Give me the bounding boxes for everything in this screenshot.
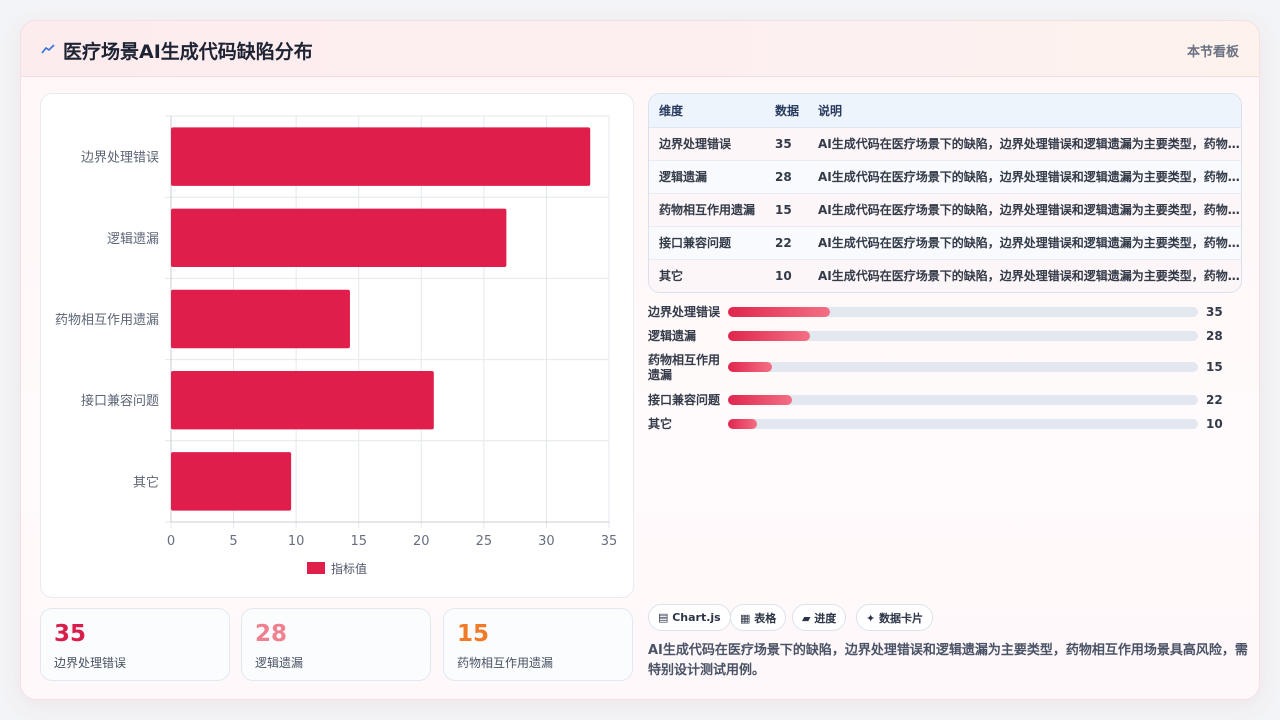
y-tick-label: 药物相互作用遗漏	[55, 312, 159, 328]
table-cell: 22	[765, 226, 808, 260]
stat-value: 15	[457, 621, 490, 647]
stat-card-3: 15 药物相互作用遗漏	[443, 608, 633, 681]
table-cell: AI生成代码在医疗场景下的缺陷，边界处理错误和逻辑遗漏为主要类型，药物相互作用场…	[808, 226, 1241, 260]
tag-progress[interactable]: ▰ 进度	[792, 604, 847, 631]
column-header-description: 说明	[808, 94, 1241, 128]
tag-chartjs[interactable]: ▤ Chart.js	[648, 604, 731, 631]
page-title: 医疗场景AI生成代码缺陷分布	[63, 41, 313, 63]
table-cell: 35	[765, 127, 808, 161]
y-tick-label: 逻辑遗漏	[107, 231, 159, 247]
legend-swatch	[307, 562, 325, 574]
section-board-label: 本节看板	[1186, 45, 1239, 60]
bar-chart-panel: 0 5 10 15 20 25 30 35 边界处理错误逻辑遗漏药物相互作用遗漏接口兼容问题其它…	[40, 93, 634, 598]
table-cell: AI生成代码在医疗场景下的缺陷，边界处理错误和逻辑遗漏为主要类型，药物相互作用场…	[808, 160, 1241, 194]
stat-label: 边界处理错误	[54, 656, 127, 670]
table-cell: 接口兼容问题	[649, 226, 765, 260]
progress-track	[728, 362, 1198, 372]
stat-label: 逻辑遗漏	[255, 656, 304, 670]
stat-label: 药物相互作用遗漏	[457, 656, 554, 670]
progress-fill	[728, 395, 793, 405]
tag-table[interactable]: ▦ 表格	[730, 604, 787, 631]
progress-row: 其它 10	[648, 417, 1228, 435]
bar	[171, 370, 434, 430]
tag-data-card[interactable]: ✦ 数据卡片	[856, 604, 934, 631]
progress-fill	[728, 307, 830, 317]
progress-value: 35	[1206, 305, 1223, 319]
column-header-dimension: 维度	[649, 94, 765, 128]
trend-line-icon	[41, 44, 55, 54]
progress-value: 15	[1206, 360, 1223, 374]
y-tick-label: 边界处理错误	[81, 151, 159, 166]
table-cell: 逻辑遗漏	[649, 160, 765, 194]
progress-label: 药物相互作用遗漏	[648, 353, 721, 382]
table-row: 其它 10 AI生成代码在医疗场景下的缺陷，边界处理错误和逻辑遗漏为主要类型，药…	[649, 259, 1241, 292]
y-tick-label: 接口兼容问题	[81, 393, 159, 409]
table-cell: AI生成代码在医疗场景下的缺陷，边界处理错误和逻辑遗漏为主要类型，药物相互作用场…	[808, 259, 1241, 292]
bar	[171, 452, 292, 511]
x-tick-label: 15	[350, 534, 367, 549]
table-row: 药物相互作用遗漏 15 AI生成代码在医疗场景下的缺陷，边界处理错误和逻辑遗漏为…	[649, 193, 1241, 227]
table-cell: 28	[765, 160, 808, 194]
table-cell: 边界处理错误	[649, 127, 765, 161]
dashboard-card: 医疗场景AI生成代码缺陷分布 本节看板 0 5 10 15 20 25 30 35 边界处理错误…	[20, 20, 1260, 700]
progress-row: 边界处理错误 35	[648, 305, 1228, 323]
table-cell: 其它	[649, 259, 765, 292]
table-row: 接口兼容问题 22 AI生成代码在医疗场景下的缺陷，边界处理错误和逻辑遗漏为主要…	[649, 226, 1241, 260]
x-tick-label: 20	[413, 534, 430, 549]
y-tick-label: 其它	[133, 474, 159, 490]
x-tick-label: 0	[167, 534, 175, 549]
bar	[171, 127, 591, 186]
bar	[171, 208, 507, 268]
progress-row: 接口兼容问题 22	[648, 393, 1228, 411]
progress-track	[728, 331, 1198, 341]
x-tick-label: 5	[229, 534, 237, 549]
progress-track	[728, 307, 1198, 317]
stat-card-2: 28 逻辑遗漏	[241, 608, 431, 681]
stat-value: 35	[54, 621, 87, 647]
progress-fill	[728, 419, 758, 429]
stat-value: 28	[255, 621, 288, 647]
progress-fill	[728, 362, 772, 372]
table-cell: 15	[765, 193, 808, 227]
progress-track	[728, 419, 1198, 429]
bar	[171, 289, 350, 349]
table-row: 逻辑遗漏 28 AI生成代码在医疗场景下的缺陷，边界处理错误和逻辑遗漏为主要类型…	[649, 160, 1241, 194]
table-row: 边界处理错误 35 AI生成代码在医疗场景下的缺陷，边界处理错误和逻辑遗漏为主要…	[649, 127, 1241, 161]
column-header-data: 数据	[765, 94, 808, 128]
table-cell: 10	[765, 259, 808, 292]
x-tick-label: 10	[288, 534, 305, 549]
progress-label: 逻辑遗漏	[648, 329, 697, 343]
table-header-row: 维度 数据 说明	[649, 94, 1241, 128]
table-cell: 药物相互作用遗漏	[649, 193, 765, 227]
progress-label: 其它	[648, 417, 673, 431]
legend-label: 指标值	[331, 561, 367, 576]
progress-row: 逻辑遗漏 28	[648, 329, 1228, 347]
progress-track	[728, 395, 1198, 405]
data-table: 维度 数据 说明 边界处理错误 35 AI生成代码在医疗场景下的缺陷，边界处理错…	[648, 93, 1242, 293]
bar-chart: 0 5 10 15 20 25 30 35 边界处理错误逻辑遗漏药物相互作用遗漏接口兼容问题其它…	[55, 115, 618, 576]
progress-value: 22	[1206, 393, 1223, 407]
progress-label: 边界处理错误	[648, 305, 721, 319]
header: 医疗场景AI生成代码缺陷分布 本节看板	[21, 21, 1259, 77]
progress-value: 10	[1206, 417, 1223, 431]
progress-label: 接口兼容问题	[648, 393, 721, 407]
progress-fill	[728, 331, 810, 341]
progress-row: 药物相互作用遗漏 15	[648, 353, 1228, 385]
x-tick-label: 35	[601, 534, 618, 549]
progress-value: 28	[1206, 329, 1223, 343]
stat-card-1: 35 边界处理错误	[40, 608, 230, 681]
table-cell: AI生成代码在医疗场景下的缺陷，边界处理错误和逻辑遗漏为主要类型，药物相互作用场…	[808, 193, 1241, 227]
x-tick-label: 25	[476, 534, 493, 549]
table-cell: AI生成代码在医疗场景下的缺陷，边界处理错误和逻辑遗漏为主要类型，药物相互作用场…	[808, 127, 1241, 161]
summary-description: AI生成代码在医疗场景下的缺陷，边界处理错误和逻辑遗漏为主要类型，药物相互作用场…	[648, 643, 1248, 678]
x-tick-label: 30	[538, 534, 555, 549]
